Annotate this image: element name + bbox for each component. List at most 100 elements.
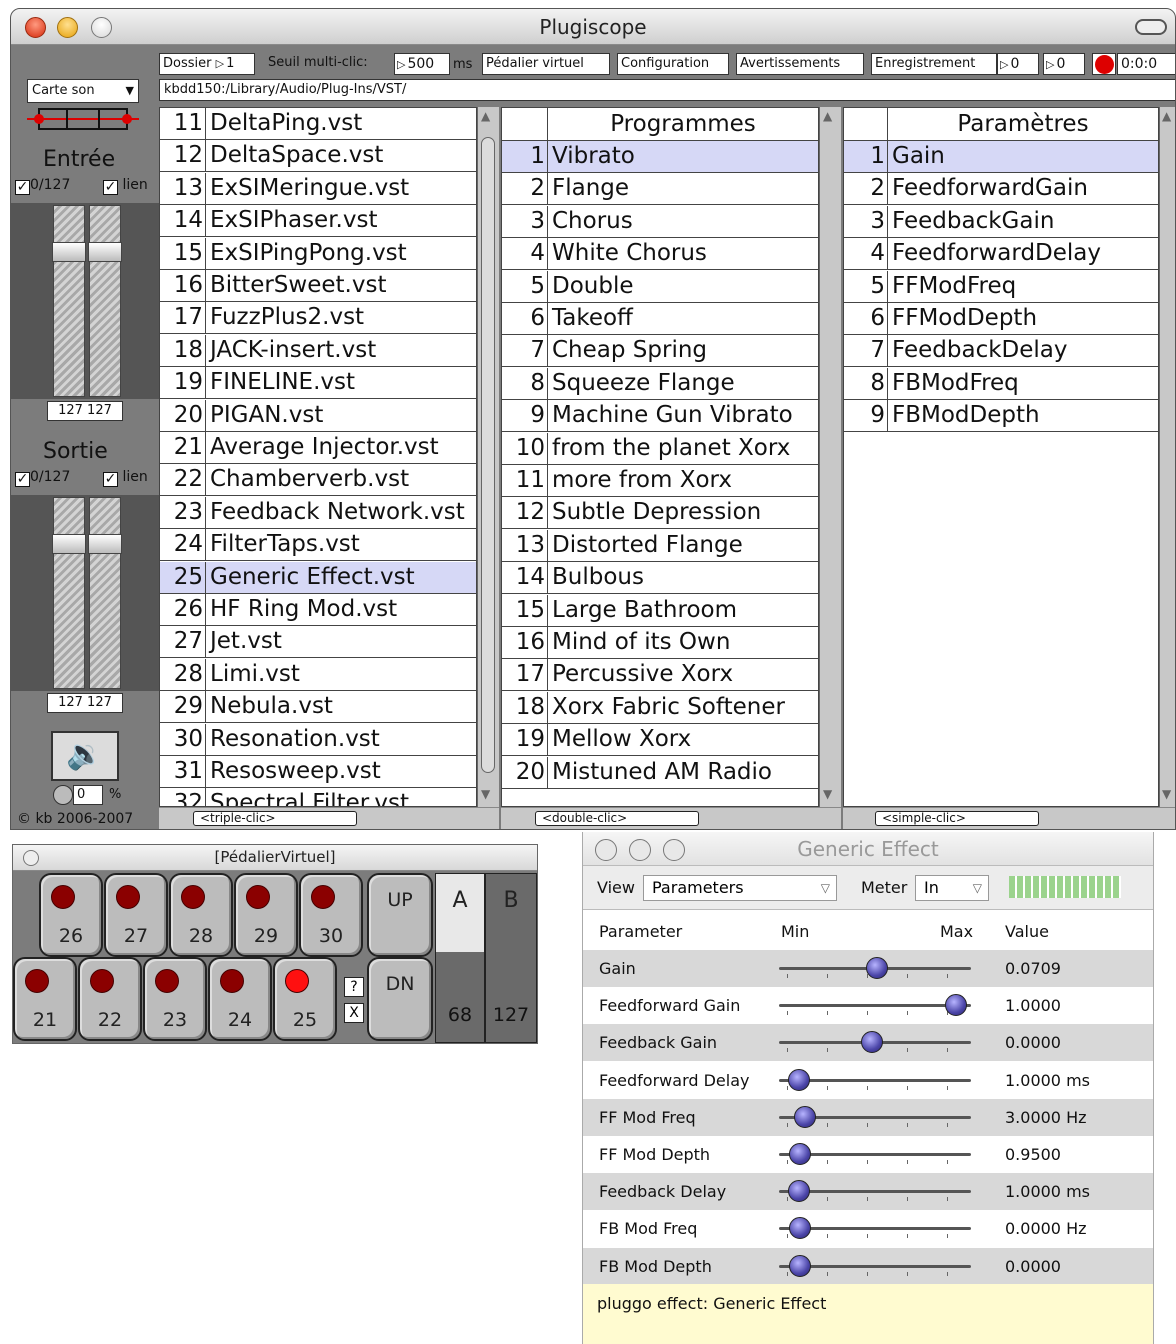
program-row[interactable]: 15 Large Bathroom — [502, 594, 818, 627]
dossier-field[interactable]: Dossier ▷ 1 — [159, 53, 255, 75]
speaker-button[interactable]: 🔉 — [51, 731, 119, 781]
card-select[interactable]: Carte son ▼ — [27, 79, 139, 103]
pad-button[interactable]: 25 — [273, 957, 337, 1041]
enreg-field-1[interactable]: ▷ 0 — [997, 53, 1039, 75]
pad-button[interactable]: 21 — [13, 957, 77, 1041]
pad-button[interactable]: 23 — [143, 957, 207, 1041]
plugin-hscroll[interactable]: <triple-clic> — [159, 807, 499, 829]
routing-icon[interactable] — [27, 105, 139, 133]
pad-button[interactable]: 27 — [104, 873, 168, 957]
param-row[interactable]: 2 FeedforwardGain — [844, 173, 1158, 206]
input-fader-left[interactable] — [52, 205, 86, 397]
path-field[interactable]: kbdd150:/Library/Audio/Plug-Ins/VST/ — [159, 79, 1175, 101]
dn-button[interactable]: DN — [367, 957, 433, 1041]
program-row[interactable]: 1 Vibrato — [502, 141, 818, 173]
effect-slider-knob[interactable] — [787, 1068, 810, 1091]
program-row[interactable]: 10 from the planet Xorx — [502, 432, 818, 465]
plugin-row[interactable]: 21 Average Injector.vst — [160, 432, 476, 464]
param-row[interactable]: 6 FFModDepth — [844, 303, 1158, 335]
program-row[interactable]: 13 Distorted Flange — [502, 529, 818, 562]
effect-slider-track[interactable] — [779, 1004, 971, 1008]
program-row[interactable]: 17 Percussive Xorx — [502, 659, 818, 692]
param-row[interactable]: 3 FeedbackGain — [844, 205, 1158, 238]
effect-param-value[interactable]: 0.9500 — [1005, 1136, 1061, 1173]
plugin-row[interactable]: 17 FuzzPlus2.vst — [160, 302, 476, 335]
output-fader-right[interactable] — [88, 497, 122, 689]
plugin-row[interactable]: 28 Limi.vst — [160, 658, 476, 691]
plugin-row[interactable]: 11 DeltaPing.vst — [160, 108, 476, 140]
effect-slider-knob[interactable] — [787, 1180, 810, 1203]
program-row[interactable]: 12 Subtle Depression — [502, 497, 818, 530]
program-row[interactable]: 7 Cheap Spring — [502, 335, 818, 368]
param-row[interactable]: 9 FBModDepth — [844, 400, 1158, 433]
program-hscroll[interactable]: <double-clic> — [501, 807, 841, 829]
param-row[interactable]: 4 FeedforwardDelay — [844, 238, 1158, 271]
plugin-row[interactable]: 32 Spectral Filter.vst — [160, 788, 476, 806]
plugin-row[interactable]: 12 DeltaSpace.vst — [160, 140, 476, 173]
pad-button[interactable]: 22 — [78, 957, 142, 1041]
pad-button[interactable]: 29 — [234, 873, 298, 957]
plugin-row[interactable]: 19 FINELINE.vst — [160, 367, 476, 400]
program-vscroll[interactable]: ▲ ▼ — [819, 107, 841, 807]
help-button[interactable]: ? — [344, 977, 364, 997]
effect-param-value[interactable]: 0.0000 — [1005, 1248, 1061, 1285]
plugin-row[interactable]: 25 Generic Effect.vst — [160, 561, 476, 594]
effect-slider-knob[interactable] — [789, 1254, 812, 1277]
program-row[interactable]: 19 Mellow Xorx — [502, 724, 818, 757]
param-hscroll-button[interactable]: <simple-clic> — [875, 811, 1039, 826]
program-row[interactable]: 16 Mind of its Own — [502, 627, 818, 659]
effect-param-value[interactable]: 1.0000 — [1005, 987, 1061, 1024]
plugin-row[interactable]: 29 Nebula.vst — [160, 691, 476, 724]
pedal-a[interactable]: A 68 — [435, 873, 485, 1043]
param-row[interactable]: 5 FFModFreq — [844, 270, 1158, 303]
effect-slider-knob[interactable] — [794, 1105, 817, 1128]
plugin-row[interactable]: 31 Resosweep.vst — [160, 756, 476, 788]
input-fader-right[interactable] — [88, 205, 122, 397]
plugin-row[interactable]: 26 HF Ring Mod.vst — [160, 594, 476, 626]
program-row[interactable]: 3 Chorus — [502, 205, 818, 238]
program-row[interactable]: 4 White Chorus — [502, 238, 818, 271]
scroll-down-icon[interactable]: ▼ — [481, 787, 490, 801]
plugin-row[interactable]: 22 Chamberverb.vst — [160, 464, 476, 497]
pad-button[interactable]: 28 — [169, 873, 233, 957]
toolbar-toggle-icon[interactable] — [1135, 19, 1167, 35]
plugin-row[interactable]: 16 BitterSweet.vst — [160, 270, 476, 302]
effect-param-value[interactable]: 3.0000 Hz — [1005, 1099, 1087, 1136]
meter-select[interactable]: In ▽ — [915, 875, 989, 901]
program-row[interactable]: 18 Xorx Fabric Softener — [502, 691, 818, 724]
pad-button[interactable]: 30 — [299, 873, 363, 957]
config-button[interactable]: Configuration — [617, 53, 729, 75]
program-hscroll-button[interactable]: <double-clic> — [535, 811, 699, 826]
plugin-row[interactable]: 18 JACK-insert.vst — [160, 334, 476, 367]
program-row[interactable]: 6 Takeoff — [502, 303, 818, 335]
up-button[interactable]: UP — [367, 873, 433, 957]
plugin-row[interactable]: 24 FilterTaps.vst — [160, 529, 476, 562]
scroll-up-icon[interactable]: ▲ — [1162, 109, 1171, 123]
effect-param-value[interactable]: 0.0000 Hz — [1005, 1210, 1087, 1247]
effect-param-value[interactable]: 1.0000 ms — [1005, 1062, 1090, 1099]
pedal-b[interactable]: B 127 — [485, 873, 537, 1043]
scroll-down-icon[interactable]: ▼ — [823, 787, 832, 801]
volume-dial-icon[interactable] — [53, 785, 73, 805]
plugin-hscroll-button[interactable]: <triple-clic> — [193, 811, 357, 826]
output-fader-left[interactable] — [52, 497, 86, 689]
scroll-thumb[interactable] — [481, 137, 495, 773]
program-row[interactable]: 14 Bulbous — [502, 562, 818, 595]
fader-knob[interactable] — [88, 242, 122, 262]
output-link-checkbox[interactable]: ✓ lien — [103, 469, 148, 487]
param-row[interactable]: 8 FBModFreq — [844, 367, 1158, 400]
plugin-row[interactable]: 13 ExSIMeringue.vst — [160, 172, 476, 205]
fader-knob[interactable] — [88, 534, 122, 554]
param-hscroll[interactable]: <simple-clic> — [843, 807, 1175, 829]
effect-slider-knob[interactable] — [945, 994, 967, 1017]
seuil-field[interactable]: ▷ 500 — [394, 53, 450, 75]
param-vscroll[interactable]: ▲ ▼ — [1159, 107, 1175, 807]
plugin-vscroll[interactable]: ▲ ▼ — [477, 107, 499, 807]
plugin-row[interactable]: 23 Feedback Network.vst — [160, 496, 476, 529]
enregistrement-button[interactable]: Enregistrement — [871, 53, 997, 75]
param-row[interactable]: 7 FeedbackDelay — [844, 335, 1158, 368]
effect-param-value[interactable]: 0.0000 — [1005, 1024, 1061, 1061]
scroll-down-icon[interactable]: ▼ — [1162, 787, 1171, 801]
reset-button[interactable]: X — [344, 1003, 364, 1023]
program-row[interactable]: 9 Machine Gun Vibrato — [502, 400, 818, 433]
